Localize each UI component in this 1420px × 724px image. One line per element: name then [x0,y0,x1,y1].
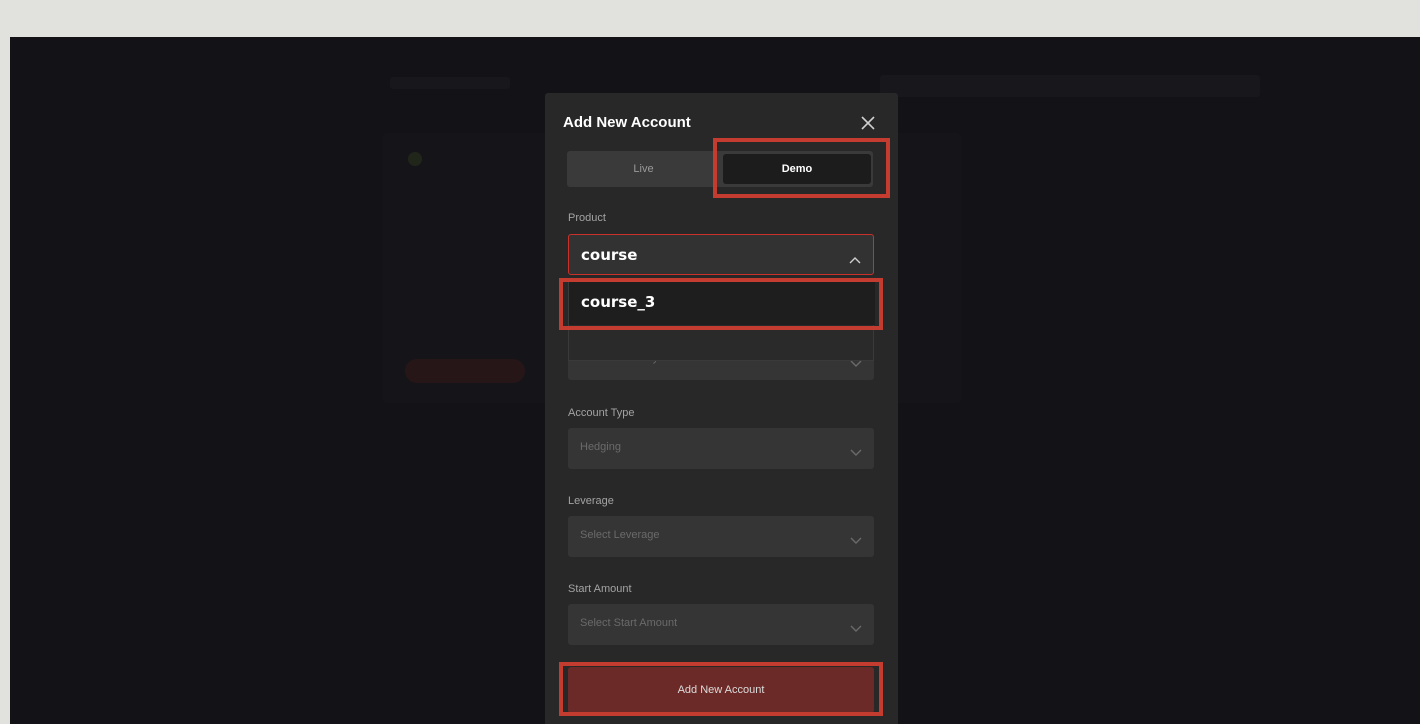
add-new-account-button[interactable]: Add New Account [568,667,874,713]
chevron-down-icon [850,532,862,550]
start-amount-select[interactable]: Select Start Amount [568,604,874,645]
product-select[interactable]: course [568,234,874,275]
product-label: Product [568,212,606,224]
leverage-placeholder: Select Leverage [580,529,660,541]
product-select-value: course [581,246,638,264]
background-button [405,359,525,383]
background-header-bar [390,77,510,89]
dropdown-option-label: course_3 [581,293,656,311]
dropdown-option-course-3[interactable]: course_3 [569,281,875,325]
chevron-down-icon [850,620,862,638]
tab-live[interactable]: Live [567,151,720,187]
close-icon[interactable] [858,113,878,133]
start-amount-placeholder: Select Start Amount [580,617,678,629]
tab-demo[interactable]: Demo [723,154,871,184]
product-dropdown: course_3 [568,281,875,361]
leverage-label: Leverage [568,495,614,507]
leverage-select[interactable]: Select Leverage [568,516,874,557]
modal-title: Add New Account [563,114,691,131]
background-header-bar [880,75,1260,97]
account-type-select[interactable]: Hedging [568,428,874,469]
account-type-label: Account Type [568,407,635,419]
account-mode-toggle: Live Demo [567,151,873,187]
background-status-dot [408,152,422,166]
start-amount-label: Start Amount [568,583,632,595]
add-account-modal: Add New Account Live Demo Product course… [545,93,898,724]
chevron-down-icon [850,444,862,462]
chevron-up-icon [849,251,861,269]
account-type-value: Hedging [580,441,621,453]
